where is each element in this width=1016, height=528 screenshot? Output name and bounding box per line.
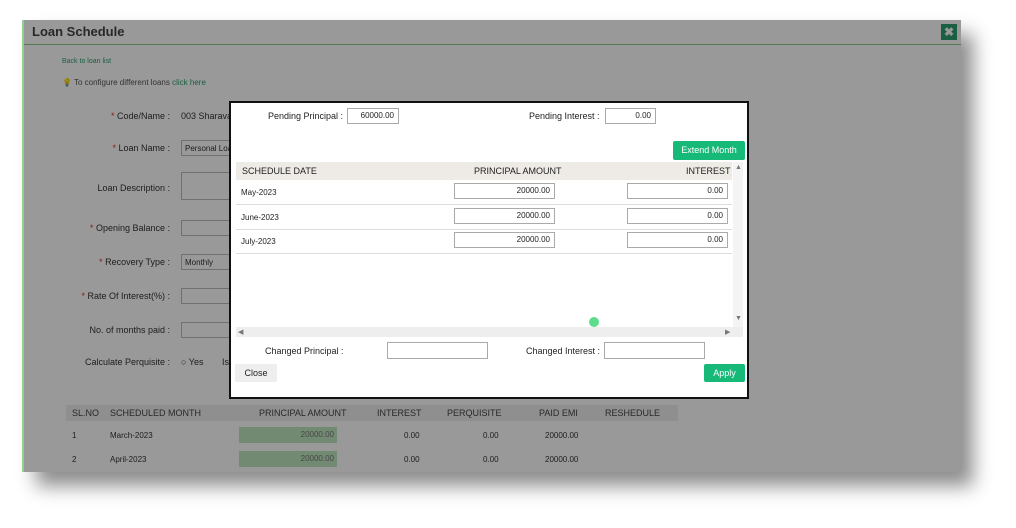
col-schedule-date: SCHEDULE DATE [242,166,317,176]
changed-interest-field[interactable] [604,342,705,359]
scroll-up-icon[interactable]: ▲ [735,164,742,171]
col-interest: INTEREST [686,166,731,176]
changed-principal-field[interactable] [387,342,488,359]
pending-interest-label: Pending Interest : [529,111,600,121]
pending-principal-label: Pending Principal : [268,111,344,121]
schedule-row-2-principal[interactable]: 20000.00 [454,208,555,224]
schedule-row-3-principal[interactable]: 20000.00 [454,232,555,248]
close-button[interactable]: Close [235,364,277,382]
schedule-row-2-interest[interactable]: 0.00 [627,208,728,224]
scroll-right-icon[interactable]: ▶ [725,328,730,336]
pending-interest-field[interactable]: 0.00 [605,108,656,124]
row-divider [236,204,732,205]
reschedule-modal: Pending Principal : 60000.00 Pending Int… [229,101,749,399]
schedule-row-1-principal[interactable]: 20000.00 [454,183,555,199]
schedule-row-2-date: June-2023 [241,213,279,222]
schedule-row-1-date: May-2023 [241,188,277,197]
changed-principal-label: Changed Principal : [265,346,344,356]
cursor-indicator [589,317,599,327]
schedule-row-3-date: July-2023 [241,237,276,246]
schedule-row-1-interest[interactable]: 0.00 [627,183,728,199]
scroll-left-icon[interactable]: ◀ [238,328,243,336]
schedule-row-3-interest[interactable]: 0.00 [627,232,728,248]
scroll-down-icon[interactable]: ▼ [735,315,742,322]
extend-month-button[interactable]: Extend Month [673,141,745,160]
row-divider [236,229,732,230]
pending-principal-field[interactable]: 60000.00 [347,108,399,124]
apply-button[interactable]: Apply [704,364,745,382]
schedule-table-header: SCHEDULE DATE PRINCIPAL AMOUNT INTEREST [236,162,732,180]
vertical-scrollbar[interactable]: ▲ ▼ [733,162,743,327]
changed-interest-label: Changed Interest : [526,346,601,356]
horizontal-scrollbar[interactable]: ◀ ▶ [236,327,743,337]
row-divider [236,253,732,254]
col-principal-amount: PRINCIPAL AMOUNT [474,166,562,176]
